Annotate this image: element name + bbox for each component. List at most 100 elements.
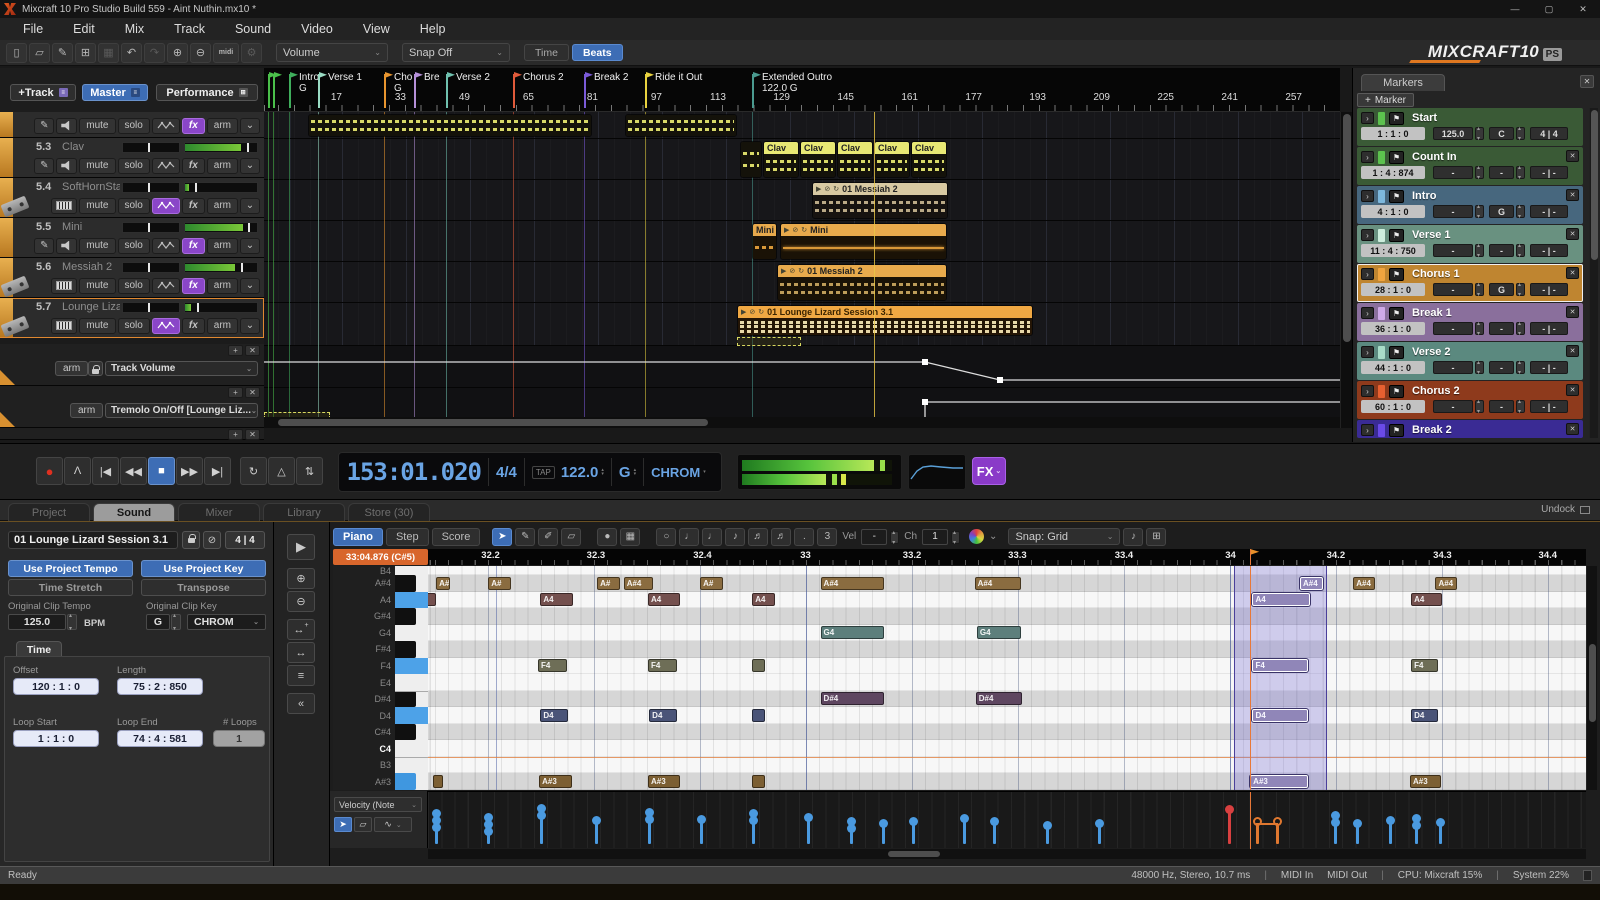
- marker-position-field[interactable]: 4 : 1 : 0: [1361, 205, 1425, 218]
- marker-meter-field[interactable]: - | -: [1530, 322, 1568, 335]
- black-key-A#4[interactable]: [395, 575, 416, 592]
- time-tab[interactable]: Time: [16, 641, 62, 657]
- tab-sound[interactable]: Sound: [93, 503, 175, 521]
- marker-tempo-spinner[interactable]: [1475, 283, 1484, 296]
- midi-note-A4[interactable]: A4: [648, 593, 680, 606]
- mixer-button[interactable]: ≡: [287, 665, 315, 686]
- velocity-marker[interactable]: [435, 813, 438, 844]
- marker-key-spinner[interactable]: [1516, 244, 1525, 257]
- velocity-dot[interactable]: [592, 816, 601, 825]
- velocity-marker[interactable]: [1228, 809, 1231, 844]
- velocity-curve-tool[interactable]: ∿⌄: [374, 817, 412, 832]
- marker-color-swatch[interactable]: [1378, 385, 1385, 398]
- add-lane-icon[interactable]: +: [228, 387, 243, 398]
- velocity-dot[interactable]: [432, 823, 441, 832]
- marker-close-icon[interactable]: ✕: [1566, 306, 1579, 318]
- note-duration-icon-4[interactable]: ♬: [748, 528, 768, 546]
- beats-mode-button[interactable]: Beats: [572, 44, 623, 61]
- velocity-marker[interactable]: [700, 819, 703, 844]
- marker-color-swatch[interactable]: [1378, 112, 1385, 125]
- midi-note-A#3[interactable]: A#3: [648, 775, 680, 788]
- new-project-icon[interactable]: ▯: [6, 43, 27, 63]
- track-pan-slider[interactable]: [122, 302, 180, 313]
- velocity-dot[interactable]: [1386, 816, 1395, 825]
- draw-tool-icon[interactable]: ✎: [34, 238, 54, 254]
- mute-button[interactable]: mute: [79, 318, 115, 334]
- marker-tempo-spinner[interactable]: [1475, 244, 1484, 257]
- automation-curve-button[interactable]: [152, 118, 180, 134]
- arm-button[interactable]: arm: [207, 318, 238, 334]
- arm-button[interactable]: arm: [207, 158, 238, 174]
- pressed-key-A4[interactable]: [395, 592, 428, 609]
- marker-position-field[interactable]: 28 : 1 : 0: [1361, 283, 1425, 296]
- marker-expand-icon[interactable]: ›: [1361, 268, 1374, 280]
- marker-key-field[interactable]: G: [1489, 283, 1514, 296]
- marker-key-field[interactable]: -: [1489, 400, 1514, 413]
- note-duration-icon-2[interactable]: ♩: [702, 528, 722, 546]
- marker-key-spinner[interactable]: [1516, 205, 1525, 218]
- marker-close-icon[interactable]: ✕: [1566, 228, 1579, 240]
- maximize-button[interactable]: ▢: [1532, 0, 1566, 18]
- marker-meter-field[interactable]: - | -: [1530, 283, 1568, 296]
- midi-note-A#4[interactable]: A#4: [624, 577, 653, 590]
- marker-card-verse-2[interactable]: ›⚑Verse 2✕44 : 1 : 0--- | -: [1357, 342, 1583, 380]
- marker-tempo-spinner[interactable]: [1475, 127, 1484, 140]
- track-volume-slider[interactable]: [184, 222, 258, 233]
- marker-meter-field[interactable]: - | -: [1530, 244, 1568, 257]
- loop-button[interactable]: ↻: [240, 457, 267, 485]
- speaker-icon[interactable]: [56, 158, 77, 174]
- eraser-tool-icon[interactable]: ▱: [561, 528, 581, 546]
- loop-start-field[interactable]: 1 : 1 : 0: [13, 730, 99, 747]
- line-tool-icon[interactable]: ✐: [538, 528, 558, 546]
- arm-button[interactable]: arm: [207, 238, 238, 254]
- solo-button[interactable]: solo: [118, 278, 150, 294]
- automation-curve-button[interactable]: [152, 278, 180, 294]
- marker-key-spinner[interactable]: [1516, 400, 1525, 413]
- marker-card-start[interactable]: ›⚑Start1 : 1 : 0125.0C4 | 4: [1357, 108, 1583, 146]
- midi-note-A4[interactable]: A4: [1411, 593, 1442, 606]
- pressed-key-F4[interactable]: [395, 658, 428, 675]
- marker-tempo-field[interactable]: -: [1433, 166, 1473, 179]
- color-caret[interactable]: ⌄: [989, 531, 997, 542]
- menu-sound[interactable]: Sound: [220, 18, 286, 40]
- velocity-dot[interactable]: [804, 813, 813, 822]
- velocity-dot[interactable]: [879, 819, 888, 828]
- marker-close-icon[interactable]: ✕: [1566, 189, 1579, 201]
- clip-meter-button[interactable]: 4 | 4: [225, 531, 265, 549]
- marker-key-field[interactable]: -: [1489, 244, 1514, 257]
- clip-arrange-area[interactable]: ClavClavClavClavClav▶⊘↻01 Messiah 2Mini▶…: [264, 112, 1340, 428]
- midi-note-D#4[interactable]: D#4: [821, 692, 885, 705]
- velocity-cursor-tool[interactable]: ➤: [334, 817, 352, 832]
- original-tempo-field[interactable]: 125.0: [8, 614, 66, 630]
- velocity-marker[interactable]: [540, 808, 543, 844]
- menu-help[interactable]: Help: [405, 18, 461, 40]
- scale-display[interactable]: CHROM: [651, 465, 700, 480]
- zoom-out-button[interactable]: ⊖: [287, 591, 315, 612]
- mute-button[interactable]: mute: [79, 238, 115, 254]
- automation-curve-button[interactable]: [152, 318, 180, 334]
- track-volume-slider[interactable]: [184, 142, 258, 153]
- velocity-marker[interactable]: [752, 813, 755, 844]
- track-expand-icon[interactable]: ⌄: [240, 278, 260, 294]
- velocity-marker[interactable]: [963, 818, 966, 844]
- menu-video[interactable]: Video: [286, 18, 348, 40]
- remove-lane-icon[interactable]: ✕: [245, 387, 260, 398]
- velocity-dot[interactable]: [537, 811, 546, 820]
- velocity-type-dropdown[interactable]: Velocity (Note⌄: [334, 797, 422, 812]
- arm-button[interactable]: arm: [207, 118, 238, 134]
- midi-note-A#[interactable]: A#: [436, 577, 450, 590]
- zoom-in-icon[interactable]: ⊕: [167, 43, 188, 63]
- velocity-dot[interactable]: [1436, 818, 1445, 827]
- keyboard-icon[interactable]: [51, 278, 77, 294]
- track-expand-icon[interactable]: ⌄: [240, 238, 260, 254]
- track-volume-slider[interactable]: [184, 182, 258, 193]
- black-key-D#4[interactable]: [395, 691, 416, 708]
- marker-tempo-field[interactable]: -: [1433, 205, 1473, 218]
- fx-button[interactable]: fx: [182, 118, 205, 134]
- piano-roll-vscrollbar[interactable]: [1586, 566, 1597, 790]
- scale-spinner[interactable]: ▾: [703, 470, 706, 474]
- velocity-marker[interactable]: [912, 821, 915, 845]
- velocity-marker[interactable]: [1046, 825, 1049, 844]
- marker-expand-icon[interactable]: ›: [1361, 112, 1374, 124]
- marker-card-chorus-1[interactable]: ›⚑Chorus 1✕28 : 1 : 0-G- | -: [1357, 264, 1583, 302]
